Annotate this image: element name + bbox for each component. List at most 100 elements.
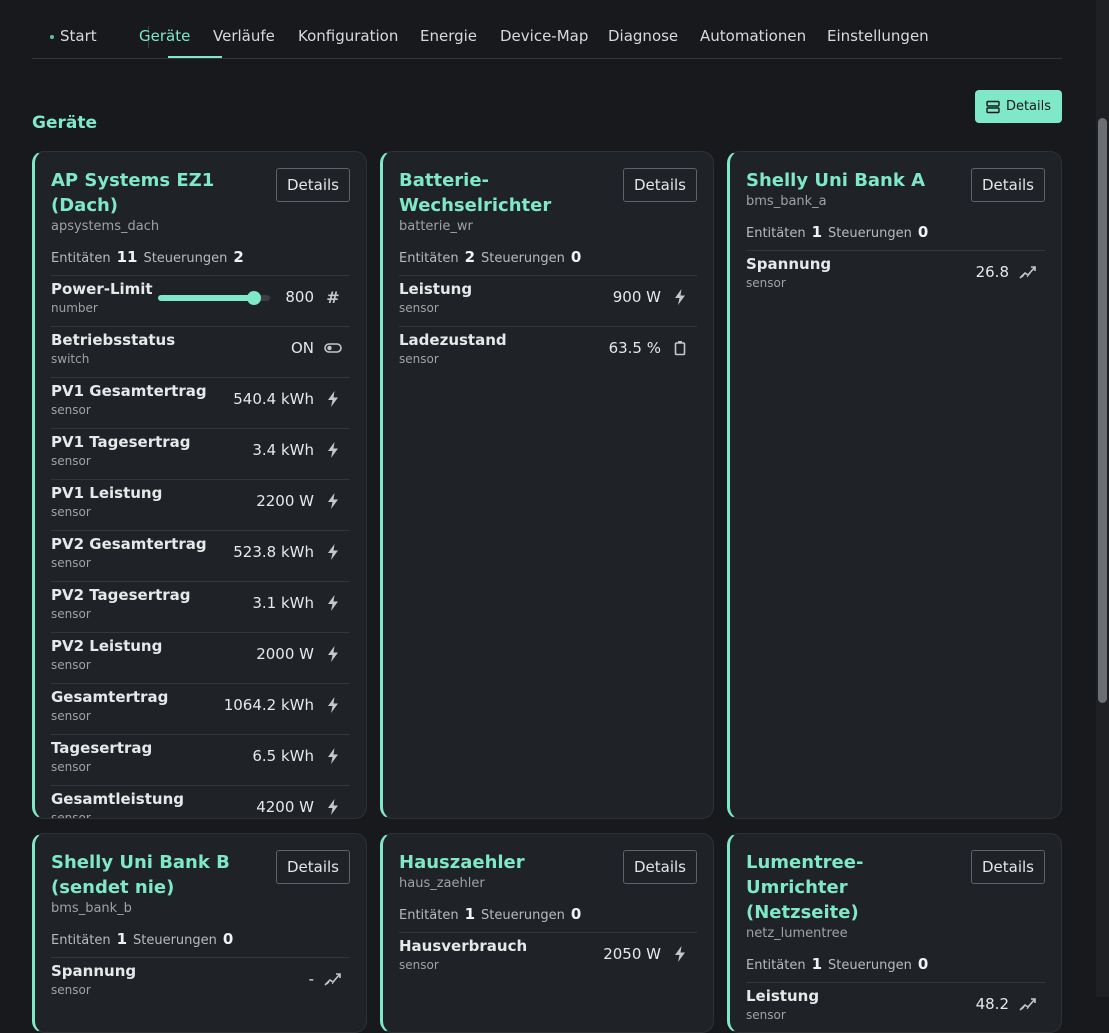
entities-label: Entitäten (51, 933, 111, 948)
device-details-button[interactable]: Details (275, 850, 350, 884)
entity-name: Leistung (746, 987, 820, 1005)
scrollbar-thumb[interactable] (1098, 118, 1107, 703)
entity-type: sensor (399, 301, 439, 315)
device-details-button[interactable]: Details (970, 850, 1045, 884)
entity-value: 2000 W (256, 645, 314, 663)
device-counts: Entitäten 11 Steuerungen 2 (51, 248, 350, 276)
bolt-icon (324, 645, 342, 663)
tab-diagnose[interactable]: Diagnose (608, 27, 678, 45)
entity-value: 63.5 % (608, 339, 661, 357)
entity-row: Hausverbrauch sensor 2050 W (399, 933, 697, 983)
toggle-details-button[interactable]: Details (975, 90, 1062, 123)
entity-row: Ladezustand sensor 63.5 % (399, 327, 697, 377)
device-counts: Entitäten 1 Steuerungen 0 (399, 905, 697, 933)
entity-row: PV1 Leistung sensor 2200 W (51, 480, 350, 531)
device-title: Shelly Uni Bank A (746, 170, 926, 191)
device-card-body: Batterie-Wechselrichter batterie_wr Detail… (399, 168, 697, 377)
bolt-icon (324, 696, 342, 714)
entity-type: sensor (746, 276, 786, 290)
bolt-icon (324, 390, 342, 408)
device-card: Shelly Uni Bank B (sendet nie) bms_bank_b… (32, 833, 367, 1033)
entity-row: Gesamtleistung sensor 4200 W (51, 786, 350, 818)
controls-label: Steuerungen (828, 226, 912, 241)
device-details-button[interactable]: Details (275, 168, 350, 202)
entity-row: Gesamtertrag sensor 1064.2 kWh (51, 684, 350, 735)
entity-value: 540.4 kWh (233, 390, 314, 408)
tab-geraete[interactable]: Geräte (139, 27, 190, 45)
entity-name: Ladezustand (399, 331, 507, 349)
entity-name: Tagesertrag (51, 739, 153, 757)
slider-fill (158, 295, 255, 301)
tab-start[interactable]: Start (50, 27, 97, 45)
device-card-body: Lumentree-Umrichter (Netzseite) netz_lume… (746, 850, 1045, 1032)
entity-value: 4200 W (256, 798, 314, 816)
device-card: Hauszaehler haus_zaehler Details Entitäten 1… (380, 833, 714, 1033)
controls-label: Steuerungen (481, 908, 565, 923)
controls-count: 0 (222, 930, 234, 948)
bolt-icon (324, 492, 342, 510)
entities-count: 11 (116, 248, 138, 266)
tab-verlaeufe[interactable]: Verläufe (213, 27, 275, 45)
scrollbar[interactable] (1096, 0, 1109, 997)
device-title: Lumentree-Umrichter (Netzseite) (746, 852, 864, 923)
controls-label: Steuerungen (481, 251, 565, 266)
entity-type: sensor (399, 958, 439, 972)
controls-count: 0 (917, 223, 929, 241)
entities-count: 1 (464, 905, 475, 923)
entity-value: - (308, 970, 314, 988)
toggle-icon[interactable] (324, 339, 342, 357)
tab-energie[interactable]: Energie (420, 27, 477, 45)
entities-label: Entitäten (51, 251, 111, 266)
power-limit-slider[interactable] (158, 291, 270, 305)
entity-type: sensor (51, 658, 91, 672)
entities-count: 1 (811, 223, 822, 241)
slider-knob[interactable] (247, 291, 262, 305)
device-card-body: Shelly Uni Bank Abms_bank_a Details Entitä… (746, 168, 1045, 301)
trend-icon[interactable] (1019, 263, 1037, 281)
entities-label: Entitäten (746, 958, 806, 973)
entity-row: Tagesertrag sensor 6.5 kWh (51, 735, 350, 786)
entity-type: sensor (51, 403, 91, 417)
entity-value: 26.8 (975, 263, 1009, 281)
trend-icon[interactable] (1019, 995, 1037, 1013)
entities-count: 1 (811, 955, 822, 973)
tab-einstellungen[interactable]: Einstellungen (827, 27, 929, 45)
trend-icon[interactable] (324, 970, 342, 988)
entity-type: sensor (51, 454, 91, 468)
device-details-button[interactable]: Details (622, 850, 697, 884)
entity-name: Spannung (746, 255, 832, 273)
entity-row: PV1 Tagesertrag sensor 3.4 kWh (51, 429, 350, 480)
bolt-icon (324, 798, 342, 816)
entity-type: sensor (399, 352, 439, 366)
device-card: AP Systems EZ1 (Dach) apsystems_dach Detai… (32, 151, 367, 819)
status-dot-icon (50, 34, 54, 39)
tab-automationen[interactable]: Automationen (700, 27, 806, 45)
entity-value: 2050 W (603, 945, 661, 963)
entity-value: 3.4 kWh (252, 441, 314, 459)
device-counts: Entitäten 1 Steuerungen 0 (51, 930, 350, 958)
entity-type: number (51, 301, 98, 315)
bolt-icon (324, 543, 342, 561)
bolt-icon (671, 945, 689, 963)
device-details-button[interactable]: Details (970, 168, 1045, 202)
entity-name: PV1 Leistung (51, 484, 163, 502)
device-card-body: Shelly Uni Bank B (sendet nie) bms_bank_b… (51, 850, 350, 1008)
hash-icon: # (326, 287, 340, 307)
tab-device-map[interactable]: Device-Map (500, 27, 588, 45)
device-id: netz_lumentree (746, 926, 848, 941)
entity-type: switch (51, 352, 90, 366)
battery-icon (671, 339, 689, 357)
device-title: AP Systems EZ1 (Dach) (51, 170, 215, 216)
device-id: batterie_wr (399, 219, 473, 234)
tab-konfiguration[interactable]: Konfiguration (298, 27, 398, 45)
device-counts: Entitäten 1 Steuerungen 0 (746, 955, 1045, 983)
entity-value: 900 W (612, 288, 661, 306)
entity-row: PV1 Gesamtertrag sensor 540.4 kWh (51, 378, 350, 429)
device-card-body: AP Systems EZ1 (Dach) apsystems_dach Detai… (51, 168, 350, 818)
device-details-button[interactable]: Details (622, 168, 697, 202)
controls-label: Steuerungen (133, 933, 217, 948)
entity-name: Betriebsstatus (51, 331, 176, 349)
device-title: Batterie-Wechselrichter (399, 170, 552, 216)
device-title: Shelly Uni Bank B (sendet nie) (51, 852, 230, 898)
device-id: bms_bank_b (51, 901, 132, 916)
